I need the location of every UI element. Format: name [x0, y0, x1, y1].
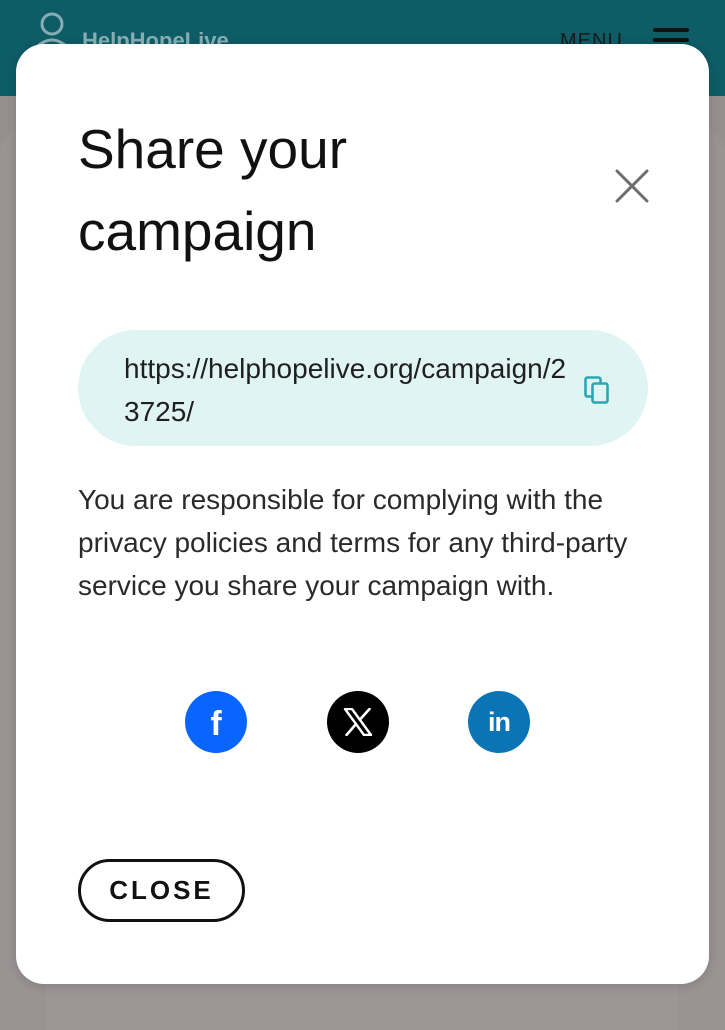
x-twitter-icon [343, 708, 373, 736]
linkedin-icon: in [488, 706, 511, 737]
facebook-icon: f [210, 705, 222, 743]
share-linkedin-button[interactable]: in [468, 691, 530, 753]
privacy-disclaimer: You are responsible for complying with t… [78, 484, 628, 601]
share-modal: Share your campaign https://helphopelive… [16, 44, 709, 984]
page-content-footer [46, 984, 678, 1030]
share-x-button[interactable] [327, 691, 389, 753]
close-x-button[interactable] [612, 166, 652, 206]
campaign-url-field[interactable]: https://helphopelive.org/campaign/23725/ [78, 330, 648, 446]
copy-icon[interactable] [584, 376, 610, 404]
close-button[interactable]: CLOSE [78, 859, 245, 922]
share-facebook-button[interactable]: f [185, 691, 247, 753]
modal-title: Share your campaign [78, 118, 348, 262]
close-icon [615, 169, 649, 203]
campaign-url-text[interactable]: https://helphopelive.org/campaign/23725/ [124, 347, 568, 433]
